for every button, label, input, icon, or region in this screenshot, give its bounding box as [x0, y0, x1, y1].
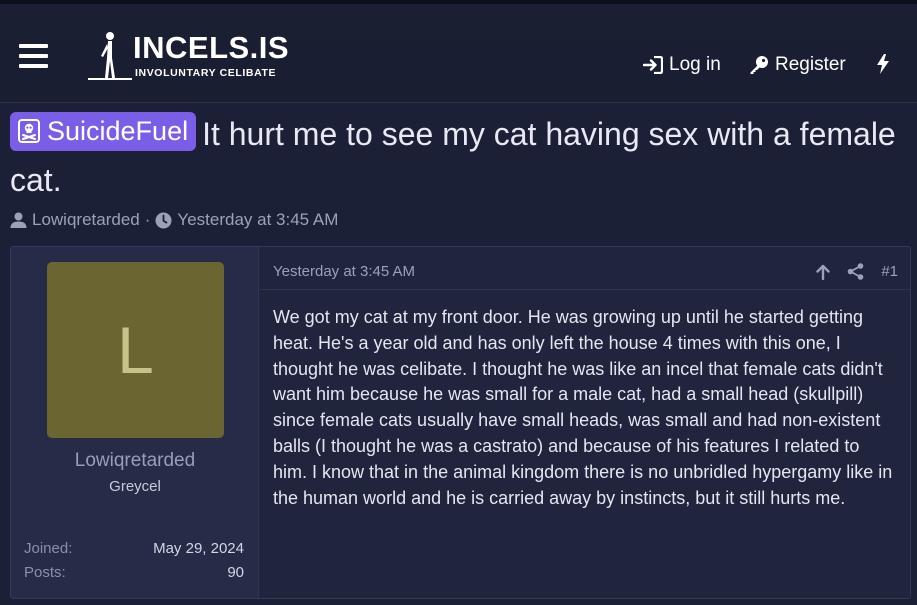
- login-label: Log in: [669, 54, 721, 75]
- posts-stat: Posts: 90: [24, 564, 244, 581]
- site-logo[interactable]: INCELS.IS INVOLUNTARY CELIBATE: [88, 30, 298, 82]
- login-icon: [643, 56, 663, 74]
- thread-meta: Lowiqretarded · Yesterday at 3:45 AM: [10, 208, 338, 232]
- register-label: Register: [775, 54, 846, 75]
- thread-prefix-badge[interactable]: SuicideFuel: [10, 111, 197, 151]
- posts-label: Posts:: [24, 564, 66, 581]
- register-link[interactable]: Register: [749, 52, 846, 78]
- skull-crossbones-icon: [18, 119, 40, 143]
- posts-value: 90: [227, 564, 244, 581]
- login-link[interactable]: Log in: [643, 52, 721, 78]
- share-icon: [848, 263, 864, 280]
- upvote-button[interactable]: [816, 264, 831, 280]
- thread-title: SuicideFuel It hurt me to see my cat hav…: [10, 111, 910, 203]
- thread-date-link[interactable]: Yesterday at 3:45 AM: [177, 210, 338, 230]
- post-container: L Lowiqretarded Greycel Joined: May 29, …: [10, 246, 911, 599]
- user-icon: [10, 212, 27, 228]
- key-icon: [750, 56, 768, 74]
- clock-icon: [155, 212, 172, 228]
- post-username-link[interactable]: Lowiqretarded: [11, 450, 259, 472]
- thread-prefix-label: SuicideFuel: [47, 116, 189, 146]
- logo-subtitle: INVOLUNTARY CELIBATE: [135, 67, 277, 79]
- post-header: Yesterday at 3:45 AM #1: [273, 263, 898, 287]
- post-header-divider: [260, 289, 910, 290]
- arrow-up-icon: [816, 264, 831, 280]
- joined-value: May 29, 2024: [153, 540, 244, 557]
- share-button[interactable]: [847, 263, 864, 280]
- post-number-link[interactable]: #1: [881, 263, 898, 280]
- site-header: INCELS.IS INVOLUNTARY CELIBATE Log in Re…: [0, 0, 917, 103]
- post-date-link[interactable]: Yesterday at 3:45 AM: [273, 263, 415, 280]
- post-actions: #1: [799, 263, 898, 280]
- user-title: Greycel: [109, 478, 161, 495]
- logo-title: INCELS.IS: [133, 30, 290, 65]
- menu-icon[interactable]: [19, 44, 48, 69]
- avatar-letter: L: [117, 313, 154, 387]
- logo-figure-icon: [88, 32, 132, 80]
- whats-new-link[interactable]: [876, 54, 890, 78]
- post-user-panel: L Lowiqretarded Greycel Joined: May 29, …: [11, 247, 259, 598]
- joined-stat: Joined: May 29, 2024: [24, 540, 244, 557]
- post-body: We got my cat at my front door. He was g…: [273, 307, 893, 508]
- thread-author-link[interactable]: Lowiqretarded: [32, 210, 140, 230]
- meta-separator: ·: [144, 210, 151, 229]
- joined-label: Joined:: [24, 540, 73, 557]
- bolt-icon: [877, 54, 889, 74]
- avatar[interactable]: L: [47, 262, 224, 438]
